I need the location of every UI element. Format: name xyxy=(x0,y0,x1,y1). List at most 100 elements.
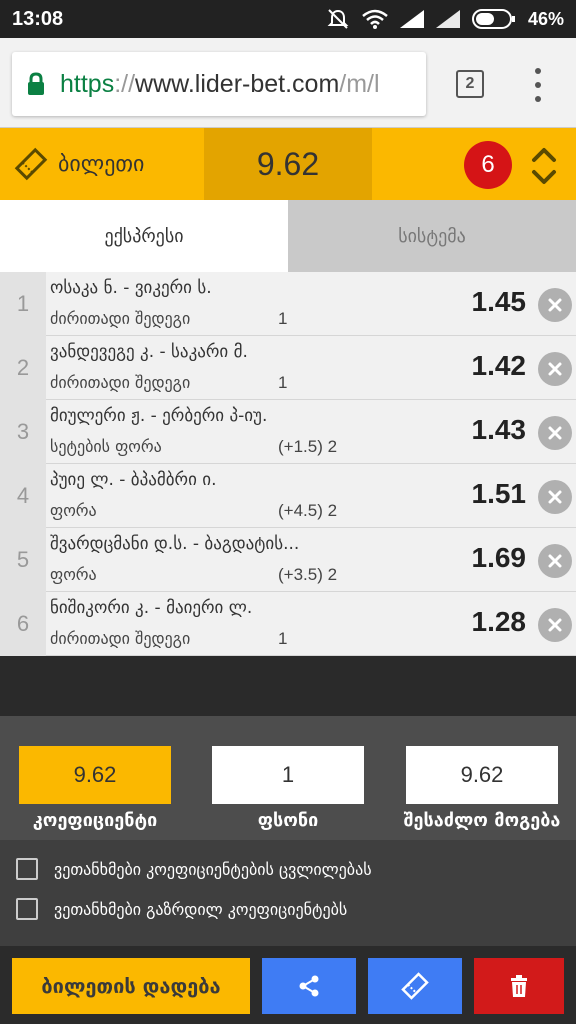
tab-switcher-button[interactable]: 2 xyxy=(456,70,484,98)
trash-icon xyxy=(511,975,527,997)
bet-match: მიულერი ჟ. - ერბერი პ-იუ. xyxy=(50,406,268,426)
bet-odd: 1.28 xyxy=(471,606,527,637)
spacer xyxy=(0,656,576,716)
bet-options: ვეთანხმები კოეფიციენტების ცვლილებას ვეთა… xyxy=(0,840,576,946)
url-separator: :// xyxy=(114,69,136,98)
mute-icon xyxy=(327,9,349,29)
accept-odds-change-checkbox[interactable] xyxy=(16,858,38,880)
lock-icon xyxy=(28,72,44,95)
payout-value: 9.62 xyxy=(406,746,558,804)
coefficient-value: 9.62 xyxy=(19,746,171,804)
place-bet-button[interactable]: ბილეთის დადება xyxy=(12,958,250,1014)
close-icon xyxy=(548,554,562,568)
bet-match: ოსაკა ნ. - ვიკერი ს. xyxy=(50,278,212,298)
ticket-title: ბილეთი xyxy=(58,151,145,177)
ticket-icon xyxy=(14,147,48,181)
share-icon xyxy=(299,975,319,997)
url-path: /m/l xyxy=(339,69,380,98)
accept-boosted-odds-checkbox[interactable] xyxy=(16,898,38,920)
remove-bet-button[interactable] xyxy=(538,352,572,386)
bet-odd: 1.51 xyxy=(471,478,527,509)
remove-bet-button[interactable] xyxy=(538,416,572,450)
bet-pick: 1 xyxy=(278,629,288,648)
bet-odd: 1.69 xyxy=(471,542,527,573)
accept-boosted-odds-option[interactable]: ვეთანხმები გაზრდილ კოეფიციენტებს xyxy=(16,898,347,920)
bet-list: 1 ოსაკა ნ. - ვიკერი ს. ძირითადი შედეგი 1… xyxy=(0,272,576,656)
url-host: www.lider-bet.com xyxy=(135,69,340,98)
bet-number: 1 xyxy=(0,272,46,336)
close-icon xyxy=(548,298,562,312)
action-bar: ბილეთის დადება xyxy=(0,946,576,1024)
clear-ticket-button[interactable] xyxy=(474,958,564,1014)
save-ticket-button[interactable] xyxy=(368,958,462,1014)
coefficient-label: კოეფიციენტი xyxy=(32,810,158,831)
ticket-total-odds: 9.62 xyxy=(204,128,372,200)
bet-market: ფორა xyxy=(50,501,97,520)
ticket-summary: 9.62 1 9.62 კოეფიციენტი ფსონი შესაძლო მო… xyxy=(0,716,576,840)
bet-number: 3 xyxy=(0,400,46,464)
accept-odds-change-option[interactable]: ვეთანხმები კოეფიციენტების ცვლილებას xyxy=(16,858,372,880)
bet-odd: 1.45 xyxy=(471,286,527,317)
bet-market: ძირითადი შედეგი xyxy=(50,309,191,328)
expand-collapse-icon[interactable] xyxy=(530,146,558,186)
url-text: https://www.lider-bet.com/m/l xyxy=(60,70,380,99)
bet-market: ფორა xyxy=(50,565,97,584)
bet-number: 6 xyxy=(0,592,46,656)
battery-percent: 46% xyxy=(527,8,564,29)
bet-number: 5 xyxy=(0,528,46,592)
remove-bet-button[interactable] xyxy=(538,480,572,514)
close-icon xyxy=(548,490,562,504)
bet-row: 4 პუიე ლ. - ბპამბრი ი. ფორა (+4.5) 2 1.5… xyxy=(0,464,576,528)
bet-row: 5 შვარდცმანი დ.ს. - ბაგდატის... ფორა (+3… xyxy=(0,528,576,592)
bet-pick: 1 xyxy=(278,373,288,392)
bet-match: პუიე ლ. - ბპამბრი ი. xyxy=(50,470,217,490)
browser-toolbar: https://www.lider-bet.com/m/l 2 xyxy=(0,38,576,128)
tab-express[interactable]: ექსპრესი xyxy=(0,200,288,272)
url-scheme: https xyxy=(60,69,115,98)
ticket-title-group: ბილეთი xyxy=(14,128,144,200)
status-bar: 13:08 46% xyxy=(0,0,576,38)
bet-match: ვანდევეგე კ. - საკარი მ. xyxy=(50,342,248,362)
status-icons: 46% xyxy=(326,8,564,30)
wifi-icon xyxy=(362,9,388,29)
bet-row: 1 ოსაკა ნ. - ვიკერი ს. ძირითადი შედეგი 1… xyxy=(0,272,576,336)
bet-number: 2 xyxy=(0,336,46,400)
close-icon xyxy=(548,618,562,632)
signal-icon xyxy=(399,10,424,28)
bet-number: 4 xyxy=(0,464,46,528)
page: 13:08 46% https://www.lider-bet.com/m/l … xyxy=(0,0,576,1024)
signal-icon-2 xyxy=(435,10,460,28)
ticket-icon xyxy=(401,972,429,1000)
bet-pick: (+1.5) 2 xyxy=(278,437,338,456)
bet-pick: (+3.5) 2 xyxy=(278,565,338,584)
bet-match: ნიშიკორი კ. - მაიერი ლ. xyxy=(50,598,253,618)
accept-boosted-odds-label: ვეთანხმები გაზრდილ კოეფიციენტებს xyxy=(54,899,348,919)
bet-row: 3 მიულერი ჟ. - ერბერი პ-იუ. სეტების ფორა… xyxy=(0,400,576,464)
share-button[interactable] xyxy=(262,958,356,1014)
address-bar[interactable]: https://www.lider-bet.com/m/l xyxy=(12,52,426,116)
remove-bet-button[interactable] xyxy=(538,544,572,578)
bet-odd: 1.43 xyxy=(471,414,527,445)
payout-label: შესაძლო მოგება xyxy=(403,810,561,831)
bet-odd: 1.42 xyxy=(471,350,527,381)
bet-market: სეტების ფორა xyxy=(50,437,162,456)
close-icon xyxy=(548,426,562,440)
bet-market: ძირითადი შედეგი xyxy=(50,373,191,392)
remove-bet-button[interactable] xyxy=(538,608,572,642)
battery-icon xyxy=(471,9,515,29)
bet-pick: (+4.5) 2 xyxy=(278,501,338,520)
remove-bet-button[interactable] xyxy=(538,288,572,322)
accept-odds-change-label: ვეთანხმები კოეფიციენტების ცვლილებას xyxy=(54,859,372,879)
bet-row: 6 ნიშიკორი კ. - მაიერი ლ. ძირითადი შედეგ… xyxy=(0,592,576,656)
tab-system[interactable]: სისტემა xyxy=(288,200,576,272)
menu-icon[interactable] xyxy=(528,68,548,102)
bet-match: შვარდცმანი დ.ს. - ბაგდატის... xyxy=(50,534,300,554)
stake-input[interactable]: 1 xyxy=(212,746,364,804)
bet-row: 2 ვანდევეგე კ. - საკარი მ. ძირითადი შედე… xyxy=(0,336,576,400)
status-time: 13:08 xyxy=(12,7,64,30)
bet-type-tabs: ექსპრესი სისტემა xyxy=(0,200,576,272)
bet-market: ძირითადი შედეგი xyxy=(50,629,191,648)
close-icon xyxy=(548,362,562,376)
selection-count-badge: 6 xyxy=(464,141,512,189)
stake-label: ფსონი xyxy=(257,810,319,831)
